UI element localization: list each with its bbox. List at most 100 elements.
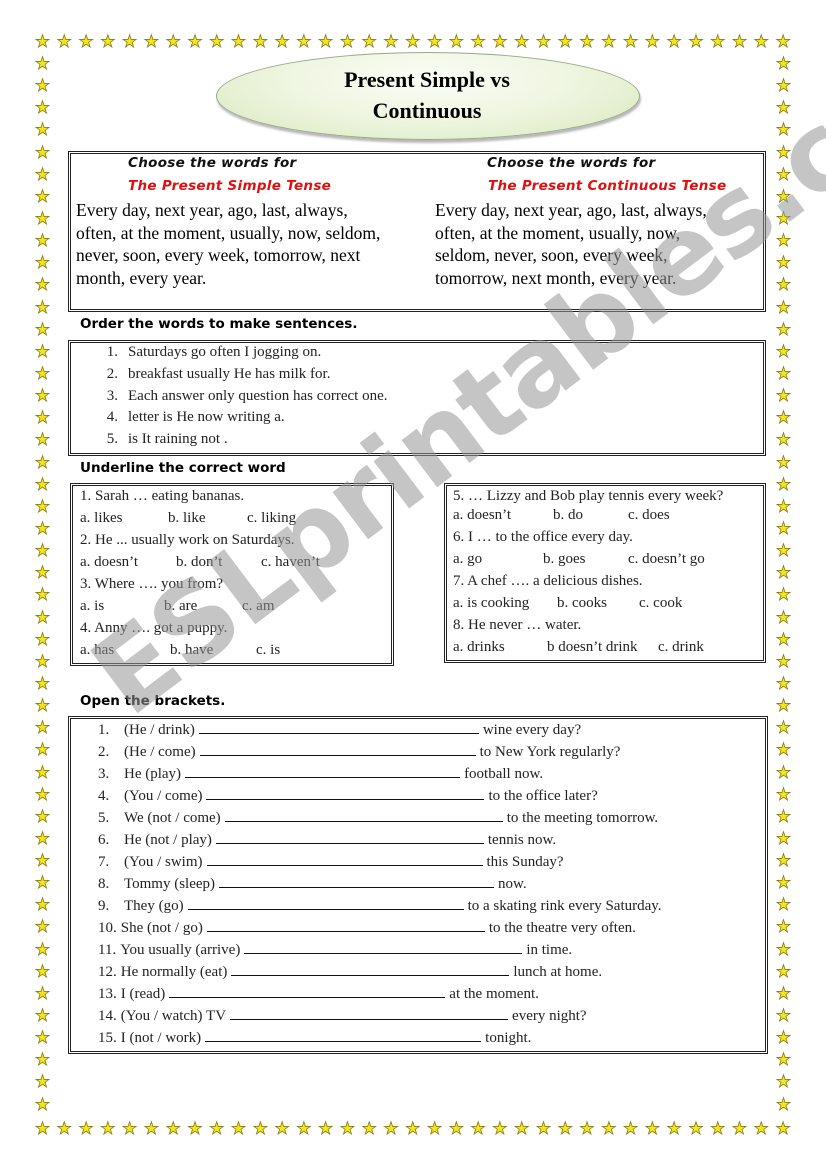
option[interactable]: b. goes (543, 548, 628, 570)
options-row: a. doesn’t b. do c. does (453, 504, 723, 526)
star-icon: ★ (34, 98, 51, 119)
star-icon: ★ (34, 363, 51, 384)
star-icon: ★ (775, 563, 792, 584)
question: 4. Anny …. got a puppy. (80, 620, 228, 636)
star-icon: ★ (100, 32, 116, 52)
list-item: 8. Tommy (sleep) now. (98, 873, 662, 895)
star-icon: ★ (34, 164, 51, 185)
question: 3. Where …. you from? (80, 576, 224, 592)
item-prompt: He normally (eat) (120, 964, 228, 980)
star-icon: ★ (209, 1119, 225, 1139)
option[interactable]: a. drinks (453, 636, 547, 658)
simple-box-tense: The Present Simple Tense (128, 178, 332, 194)
item-text: breakfast usually He has milk for. (128, 365, 331, 382)
question: 8. He never … water. (453, 617, 582, 633)
star-icon: ★ (775, 275, 792, 296)
item-rest: to the meeting tomorrow. (506, 810, 659, 826)
continuous-box-heading: Choose the words for (487, 155, 656, 171)
option[interactable]: a. doesn’t (453, 504, 553, 526)
answer-blank[interactable] (187, 895, 464, 910)
option[interactable]: c. cook (639, 592, 682, 614)
item-rest: every night? (512, 1008, 587, 1024)
option[interactable]: a. is (80, 595, 164, 617)
answer-blank[interactable] (230, 1005, 509, 1020)
list-item: 3. He (play) football now. (98, 763, 662, 785)
star-icon: ★ (34, 696, 51, 717)
option[interactable]: a. has (80, 639, 170, 661)
star-icon: ★ (34, 408, 51, 429)
option[interactable]: b. are (164, 595, 242, 617)
answer-blank[interactable] (169, 983, 446, 998)
star-icon: ★ (775, 98, 792, 119)
title-line-1: Present Simple vs (344, 67, 510, 92)
option[interactable]: c. is (256, 639, 280, 661)
answer-blank[interactable] (224, 807, 503, 822)
answer-blank[interactable] (219, 873, 495, 888)
answer-blank[interactable] (206, 917, 485, 932)
option[interactable]: c. haven’t (261, 551, 320, 573)
list-item: 15. I (not / work) tonight. (98, 1027, 662, 1049)
star-icon: ★ (775, 983, 792, 1004)
answer-blank[interactable] (199, 741, 476, 756)
item-number: 11. (98, 942, 117, 958)
option[interactable]: b. don’t (176, 551, 261, 573)
option[interactable]: b doesn’t drink (547, 636, 658, 658)
item-prompt: (He / drink) (124, 722, 195, 738)
item-number: 12. (98, 964, 117, 980)
options-row: a. has b. have c. is (80, 639, 320, 661)
word-line: tomorrow, next month, every year. (435, 267, 677, 288)
option[interactable]: c. doesn’t go (628, 548, 705, 570)
answer-blank[interactable] (198, 719, 479, 734)
star-icon: ★ (34, 208, 51, 229)
answer-blank[interactable] (205, 1027, 482, 1042)
option[interactable]: a. likes (80, 507, 168, 529)
list-item: 2. (He / come) to New York regularly? (98, 741, 662, 763)
item-prompt: I (read) (120, 986, 166, 1002)
star-icon: ★ (775, 1006, 792, 1027)
star-icon: ★ (274, 32, 290, 52)
option[interactable]: a. doesn’t (80, 551, 176, 573)
item-number: 9. (98, 898, 110, 914)
star-border-bottom: ★ ★ ★ ★ ★ ★ ★ ★ ★ ★ ★ ★ ★ ★ ★ ★ ★ ★ ★ ★ ★ ★ ★ ★ ★ ★ ★ ★ ★ ★ ★ ★ ★ ★ ★ (34, 1119, 792, 1139)
list-item: 6. He (not / play) tennis now. (98, 829, 662, 851)
answer-blank[interactable] (231, 961, 510, 976)
answer-blank[interactable] (215, 829, 484, 844)
star-icon: ★ (34, 386, 51, 407)
star-icon: ★ (514, 32, 530, 52)
star-icon: ★ (688, 32, 704, 52)
star-icon: ★ (775, 231, 792, 252)
star-icon: ★ (56, 1119, 72, 1139)
star-icon: ★ (775, 762, 792, 783)
star-icon: ★ (34, 563, 51, 584)
answer-blank[interactable] (244, 939, 523, 954)
option[interactable]: a. is cooking (453, 592, 557, 614)
star-icon: ★ (535, 32, 552, 52)
star-icon: ★ (775, 895, 792, 916)
option[interactable]: b. like (168, 507, 247, 529)
option[interactable]: a. go (453, 548, 543, 570)
option[interactable]: c. drink (658, 636, 704, 658)
answer-blank[interactable] (185, 763, 461, 778)
item-prompt: She (not / go) (120, 920, 203, 936)
answer-blank[interactable] (206, 785, 485, 800)
option[interactable]: c. liking (247, 507, 296, 529)
star-icon: ★ (34, 762, 51, 783)
option[interactable]: c. does (628, 504, 670, 526)
star-icon: ★ (165, 32, 181, 52)
answer-blank[interactable] (206, 851, 483, 866)
option[interactable]: c. am (242, 595, 274, 617)
item-number: 4. (106, 409, 118, 426)
star-icon: ★ (775, 607, 792, 628)
star-icon: ★ (775, 120, 792, 141)
star-border-right: ★ ★ ★ ★ ★ ★ ★ ★ ★ ★ ★ ★ ★ ★ ★ ★ ★ ★ ★ ★ ★ ★ ★ ★ ★ ★ ★ ★ ★ ★ ★ ★ ★ ★ ★ ★ ★ ★ ★ ★… (775, 55, 792, 1114)
star-icon: ★ (775, 142, 792, 163)
option[interactable]: b. have (170, 639, 256, 661)
star-icon: ★ (34, 474, 51, 495)
option[interactable]: b. cooks (557, 592, 639, 614)
item-number: 15. (98, 1030, 117, 1046)
star-icon: ★ (775, 208, 792, 229)
star-icon: ★ (34, 828, 51, 849)
list-item: 4. letter is He now writing a. (92, 407, 388, 429)
star-icon: ★ (775, 696, 792, 717)
option[interactable]: b. do (553, 504, 628, 526)
